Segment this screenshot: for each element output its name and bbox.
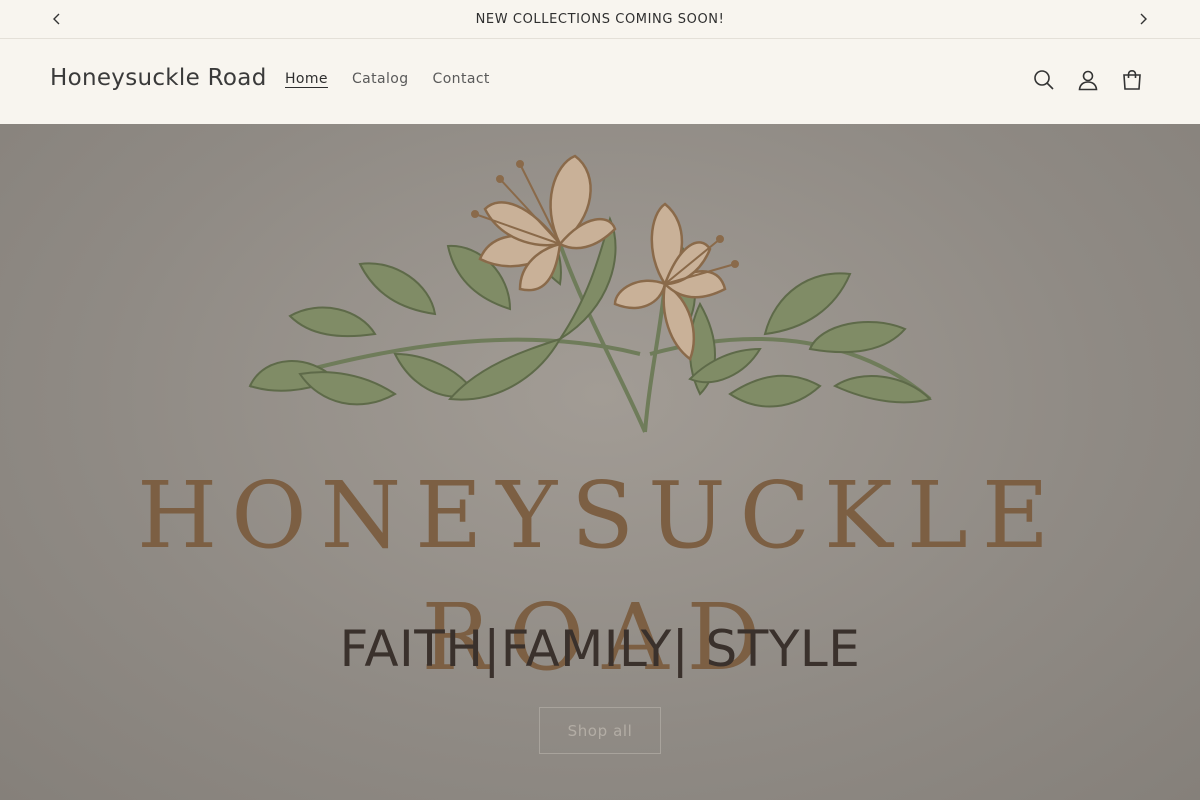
site-header: Honeysuckle Road Home Catalog Contact [0,39,1200,124]
nav-item-home[interactable]: Home [273,71,340,87]
nav-item-contact[interactable]: Contact [421,71,502,87]
main-nav: Home Catalog Contact [273,71,502,87]
hero-banner: HONEYSUCKLE ROAD FAITH|FAMILY| STYLE Sho… [0,124,1200,800]
cart-icon[interactable] [1119,67,1145,93]
announcement-bar: NEW COLLECTIONS COMING SOON! [0,0,1200,39]
shop-all-button[interactable]: Shop all [539,707,661,754]
search-icon[interactable] [1031,67,1057,93]
account-icon[interactable] [1075,67,1101,93]
brand-wordmark-line-1: HONEYSUCKLE [137,462,1063,569]
hero-heading: FAITH|FAMILY| STYLE [339,620,861,678]
site-logo[interactable]: Honeysuckle Road [50,65,267,91]
chevron-right-icon[interactable] [1132,9,1154,29]
announcement-text: NEW COLLECTIONS COMING SOON! [475,11,725,27]
chevron-left-icon[interactable] [46,9,68,29]
nav-item-catalog[interactable]: Catalog [340,71,421,87]
